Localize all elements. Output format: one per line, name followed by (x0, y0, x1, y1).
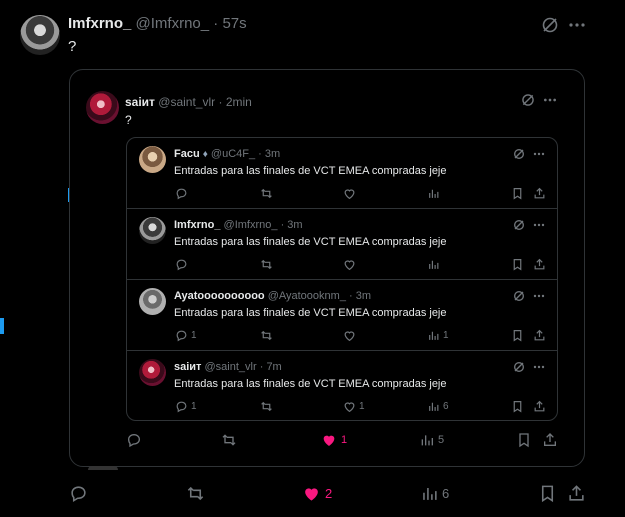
quote-more-icon[interactable] (543, 93, 557, 107)
reply-share-icon[interactable] (533, 329, 546, 342)
quote-text: ? (125, 113, 132, 127)
reply-retweet-icon[interactable] (260, 400, 273, 413)
reply-reply-icon[interactable] (175, 258, 188, 271)
tweet-time[interactable]: · 57s (213, 15, 246, 32)
reply-more-icon[interactable] (533, 290, 545, 302)
reply-views-icon[interactable] (427, 187, 440, 200)
quote-views-count: 5 (438, 434, 445, 446)
reply-more-icon[interactable] (533, 148, 545, 160)
reply-like-icon[interactable] (343, 400, 356, 413)
like-count: 2 (325, 486, 333, 501)
tweet-display-name[interactable]: Imfxrno_ (68, 15, 131, 32)
quote-grok-icon[interactable] (521, 93, 535, 107)
reply-retweet-icon[interactable] (260, 187, 273, 200)
reply-handle[interactable]: @Imfxrno_ (224, 219, 278, 231)
quote-views-icon[interactable] (419, 432, 435, 448)
reply-time[interactable]: · 3m (281, 219, 303, 231)
next-avatar-edge (88, 466, 118, 470)
reply-text: Entradas para las finales de VCT EMEA co… (174, 378, 447, 390)
views-count: 6 (442, 486, 450, 501)
reply-views-icon[interactable] (427, 329, 440, 342)
reply-handle[interactable]: @uC4F_ (211, 148, 255, 160)
reply-share-icon[interactable] (533, 400, 546, 413)
reply-time[interactable]: · 3m (258, 148, 280, 160)
tweet-avatar[interactable] (20, 15, 60, 55)
reply-bookmark-icon[interactable] (511, 187, 524, 200)
reply-reply-icon[interactable] (175, 400, 188, 413)
reply-more-icon[interactable] (533, 361, 545, 373)
bookmark-icon[interactable] (538, 484, 557, 503)
reply-views-count: 6 (443, 401, 449, 412)
reply-text: Entradas para las finales de VCT EMEA co… (174, 236, 447, 248)
quote-retweet-icon[interactable] (221, 432, 237, 448)
quoted-tweet-card[interactable]: saiит @saint_vlr · 2min ? Facu ♦ @uC4F_ … (69, 69, 585, 467)
reply-avatar[interactable] (139, 288, 166, 315)
reply-text: Entradas para las finales de VCT EMEA co… (174, 165, 447, 177)
quote-like-icon[interactable] (321, 432, 337, 448)
reply-reply-icon[interactable] (175, 187, 188, 200)
reply-views-count: 1 (443, 330, 449, 341)
quote-reply-icon[interactable] (126, 432, 142, 448)
reply-views-icon[interactable] (427, 400, 440, 413)
reply-display-name[interactable]: saiит (174, 361, 201, 373)
reply-avatar[interactable] (139, 359, 166, 386)
reply-handle[interactable]: @Ayatoooknm_ (268, 290, 346, 302)
reply-share-icon[interactable] (533, 258, 546, 271)
quote-time[interactable]: · 2min (219, 95, 252, 109)
reply-display-name[interactable]: Imfxrno_ (174, 219, 220, 231)
left-accent-large (0, 318, 4, 334)
reply-like-count: 1 (359, 401, 365, 412)
reply-time[interactable]: · 3m (349, 290, 371, 302)
reply-bookmark-icon[interactable] (511, 400, 524, 413)
reply-time[interactable]: · 7m (260, 361, 282, 373)
reply-views-icon[interactable] (427, 258, 440, 271)
reply-avatar[interactable] (139, 146, 166, 173)
reply-bookmark-icon[interactable] (511, 258, 524, 271)
reply-icon[interactable] (69, 484, 88, 503)
quote-handle[interactable]: @saint_vlr (158, 95, 215, 109)
reply-like-icon[interactable] (343, 329, 356, 342)
tweet-header: Imfxrno_ @Imfxrno_ · 57s (68, 15, 247, 32)
reply-bookmark-icon[interactable] (511, 329, 524, 342)
quote-like-count: 1 (341, 434, 348, 446)
reply-share-icon[interactable] (533, 187, 546, 200)
reply-like-icon[interactable] (343, 187, 356, 200)
reply-handle[interactable]: @saint_vlr (205, 361, 257, 373)
more-icon[interactable] (568, 16, 586, 34)
tweet-text: ? (68, 38, 77, 55)
reply-grok-icon[interactable] (513, 290, 525, 302)
quote-share-icon[interactable] (542, 432, 558, 448)
reply-reply-icon[interactable] (175, 329, 188, 342)
tweet-handle[interactable]: @Imfxrno_ (136, 15, 210, 32)
reply-grok-icon[interactable] (513, 148, 525, 160)
quote-bookmark-icon[interactable] (516, 432, 532, 448)
reply-more-icon[interactable] (533, 219, 545, 231)
reply-avatar[interactable] (139, 217, 166, 244)
reply-grok-icon[interactable] (513, 219, 525, 231)
reply-reply-count: 1 (191, 401, 197, 412)
list-item[interactable]: Imfxrno_ @Imfxrno_ · 3m Entradas para la… (127, 209, 557, 280)
reply-display-name[interactable]: Facu (174, 148, 200, 160)
reply-display-name[interactable]: Ayatoooooooooo (174, 290, 265, 302)
list-item[interactable]: saiит @saint_vlr · 7m Entradas para las … (127, 351, 557, 420)
list-item[interactable]: Ayatoooooooooo @Ayatoooknm_ · 3m Entrada… (127, 280, 557, 351)
reply-retweet-icon[interactable] (260, 258, 273, 271)
views-icon[interactable] (420, 484, 439, 503)
reply-grok-icon[interactable] (513, 361, 525, 373)
retweet-icon[interactable] (186, 484, 205, 503)
share-icon[interactable] (567, 484, 586, 503)
list-item[interactable]: Facu ♦ @uC4F_ · 3m Entradas para las fin… (127, 138, 557, 209)
quote-avatar[interactable] (86, 91, 119, 124)
like-icon[interactable] (302, 484, 321, 503)
reply-retweet-icon[interactable] (260, 329, 273, 342)
quote-header: saiит @saint_vlr · 2min (125, 95, 252, 109)
reply-reply-count: 1 (191, 330, 197, 341)
verified-icon: ♦ (202, 149, 208, 160)
reply-text: Entradas para las finales de VCT EMEA co… (174, 307, 447, 319)
grok-icon[interactable] (541, 16, 559, 34)
quote-display-name[interactable]: saiит (125, 95, 155, 109)
replies-card: Facu ♦ @uC4F_ · 3m Entradas para las fin… (126, 137, 558, 421)
reply-like-icon[interactable] (343, 258, 356, 271)
